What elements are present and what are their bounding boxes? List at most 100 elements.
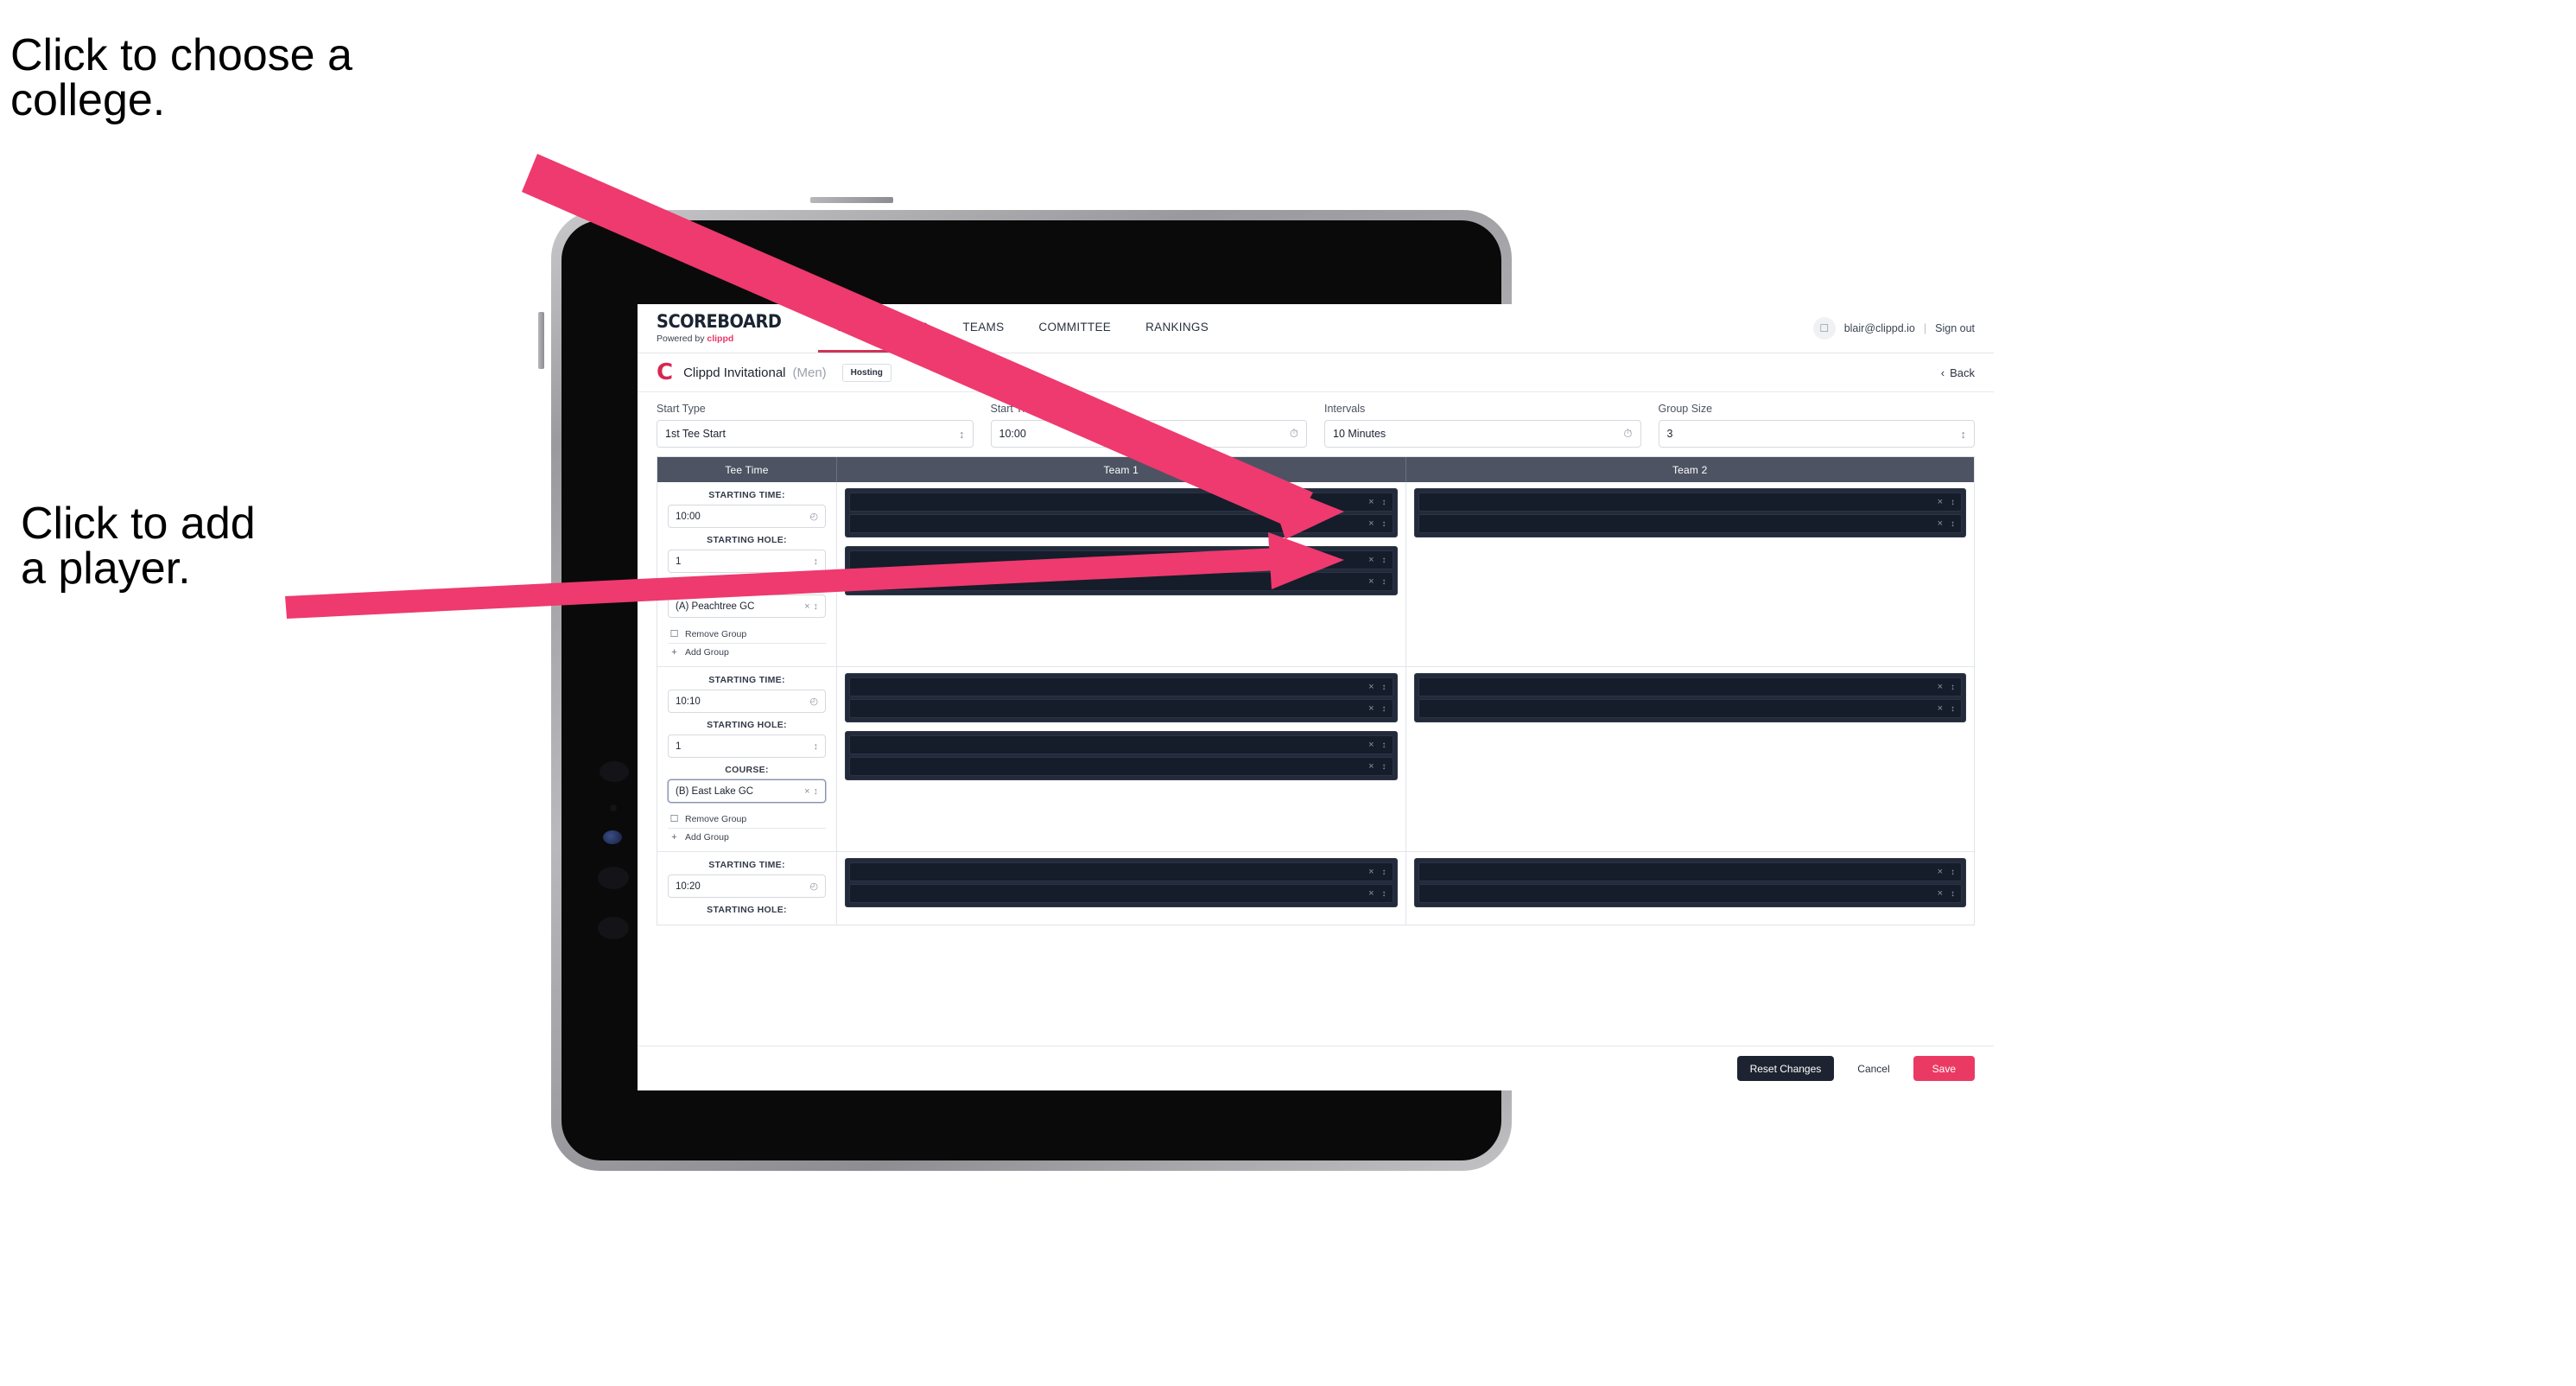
player-select-row[interactable]: × ↕ [849, 677, 1393, 696]
player-select-row[interactable]: × ↕ [849, 862, 1393, 881]
clear-icon[interactable]: × [1938, 888, 1943, 899]
device-top-button [810, 197, 893, 203]
clear-icon[interactable]: × [1368, 555, 1374, 565]
stepper-icon[interactable]: ↕ [1382, 889, 1386, 899]
player-group-block: × ↕ × ↕ [845, 546, 1398, 595]
clear-icon[interactable]: × [1368, 761, 1374, 772]
stepper-icon[interactable]: ↕ [1382, 762, 1386, 772]
clear-icon[interactable]: × [804, 601, 809, 612]
starting-time-input[interactable]: 10:20 ◴ [668, 874, 826, 898]
player-select-row[interactable]: × ↕ [1418, 493, 1962, 512]
clear-icon[interactable]: × [1368, 576, 1374, 587]
stepper-icon[interactable]: ↕ [814, 556, 819, 567]
clear-icon[interactable]: × [1368, 682, 1374, 692]
stepper-icon[interactable]: ↕ [1382, 683, 1386, 692]
stepper-icon[interactable]: ↕ [814, 601, 819, 612]
start-time-input[interactable]: 10:00 ⏱ [990, 420, 1307, 448]
player-select-row[interactable]: × ↕ [1418, 884, 1962, 903]
clock-icon[interactable]: ◴ [809, 696, 818, 707]
starting-time-input[interactable]: 10:10 ◴ [668, 690, 826, 713]
clear-icon[interactable]: × [1368, 518, 1374, 529]
stepper-icon[interactable]: ↕ [1382, 704, 1386, 714]
starting-hole-input[interactable]: 1 ↕ [668, 550, 826, 573]
device-lens-icon [598, 917, 629, 939]
tab-tournaments[interactable]: TOURNAMENTS [818, 304, 946, 353]
stepper-icon[interactable]: ↕ [814, 786, 819, 797]
clear-icon[interactable]: × [1938, 497, 1943, 507]
stepper-icon[interactable]: ↕ [814, 741, 819, 752]
table-header-row: Tee Time Team 1 Team 2 [657, 457, 1974, 482]
player-select-row[interactable]: × ↕ [849, 699, 1393, 718]
course-select[interactable]: (A) Peachtree GC × ↕ [668, 594, 826, 618]
save-button[interactable]: Save [1913, 1056, 1975, 1081]
player-select-row[interactable]: × ↕ [1418, 514, 1962, 533]
brand-subtitle: Powered by clippd [657, 334, 792, 344]
starting-time-input[interactable]: 10:00 ◴ [668, 505, 826, 528]
clock-icon[interactable]: ⏱ [1290, 427, 1298, 441]
intervals-input[interactable]: 10 Minutes ⏱ [1324, 420, 1641, 448]
stepper-icon[interactable]: ↕ [1382, 577, 1386, 587]
reset-changes-button[interactable]: Reset Changes [1736, 1056, 1835, 1081]
clock-icon[interactable]: ⏱ [1623, 427, 1632, 441]
remove-group-button[interactable]: ☐ Remove Group [668, 810, 826, 828]
avatar[interactable]: ☐ [1812, 317, 1836, 340]
cancel-button[interactable]: Cancel [1846, 1056, 1900, 1081]
stepper-icon[interactable]: ↕ [1382, 519, 1386, 529]
tab-teams[interactable]: TEAMS [945, 304, 1021, 353]
scroll-fade [638, 1037, 1994, 1046]
device-lens-icon [598, 867, 629, 889]
clear-icon[interactable]: × [1368, 740, 1374, 750]
clock-icon[interactable]: ◴ [809, 881, 818, 892]
clear-icon[interactable]: × [1368, 888, 1374, 899]
player-select-row[interactable]: × ↕ [849, 493, 1393, 512]
group-size-select[interactable]: 3 ↕ [1658, 420, 1975, 448]
field-value: 1st Tee Start [665, 428, 726, 440]
clock-icon[interactable]: ◴ [809, 511, 818, 522]
stepper-icon[interactable]: ↕ [1951, 889, 1955, 899]
clear-icon[interactable]: × [804, 786, 809, 797]
stepper-icon[interactable]: ↕ [1382, 741, 1386, 750]
device-side-button [538, 312, 544, 369]
player-select-row[interactable]: × ↕ [849, 550, 1393, 569]
tab-rankings[interactable]: RANKINGS [1128, 304, 1226, 353]
stepper-icon[interactable]: ↕ [1382, 556, 1386, 565]
player-select-row[interactable]: × ↕ [849, 757, 1393, 776]
course-select[interactable]: (B) East Lake GC × ↕ [668, 779, 826, 803]
stepper-icon[interactable]: ↕ [1951, 704, 1955, 714]
clear-icon[interactable]: × [1938, 703, 1943, 714]
add-group-button[interactable]: + Add Group [668, 643, 826, 661]
tab-committee[interactable]: COMMITTEE [1021, 304, 1128, 353]
player-select-row[interactable]: × ↕ [849, 735, 1393, 754]
remove-group-button[interactable]: ☐ Remove Group [668, 625, 826, 643]
clear-icon[interactable]: × [1368, 703, 1374, 714]
tee-time-cell: STARTING TIME: 10:00 ◴ STARTING HOLE: 1 ↕ COUR… [657, 482, 837, 666]
stepper-icon[interactable]: ↕ [1951, 519, 1955, 529]
player-select-row[interactable]: × ↕ [1418, 862, 1962, 881]
stepper-icon[interactable]: ↕ [1951, 498, 1955, 507]
starting-hole-input[interactable]: 1 ↕ [668, 734, 826, 758]
stepper-icon[interactable]: ↕ [1382, 868, 1386, 877]
stepper-icon[interactable]: ↕ [1382, 498, 1386, 507]
clear-icon[interactable]: × [1368, 497, 1374, 507]
player-select-row[interactable]: × ↕ [1418, 699, 1962, 718]
stepper-icon[interactable]: ↕ [1951, 868, 1955, 877]
clear-icon[interactable]: × [1938, 682, 1943, 692]
clear-icon[interactable]: × [1938, 867, 1943, 877]
clear-icon[interactable]: × [1368, 867, 1374, 877]
field-value: 10:10 [676, 696, 701, 707]
back-link[interactable]: ‹ Back [1941, 366, 1975, 379]
player-group-block: × ↕ × ↕ [845, 731, 1398, 780]
stepper-icon[interactable]: ↕ [1961, 428, 1967, 441]
account-area: ☐ blair@clippd.io | Sign out [1812, 304, 1994, 353]
clear-icon[interactable]: × [1938, 518, 1943, 529]
start-type-select[interactable]: 1st Tee Start ↕ [657, 420, 974, 448]
player-select-row[interactable]: × ↕ [849, 514, 1393, 533]
sign-out-link[interactable]: Sign out [1935, 322, 1975, 334]
player-select-row[interactable]: × ↕ [1418, 677, 1962, 696]
stepper-icon[interactable]: ↕ [1951, 683, 1955, 692]
team-1-cell: × ↕ × ↕ × ↕ × ↕ [837, 482, 1406, 666]
add-group-button[interactable]: + Add Group [668, 828, 826, 846]
player-select-row[interactable]: × ↕ [849, 572, 1393, 591]
player-select-row[interactable]: × ↕ [849, 884, 1393, 903]
stepper-icon[interactable]: ↕ [959, 428, 965, 441]
